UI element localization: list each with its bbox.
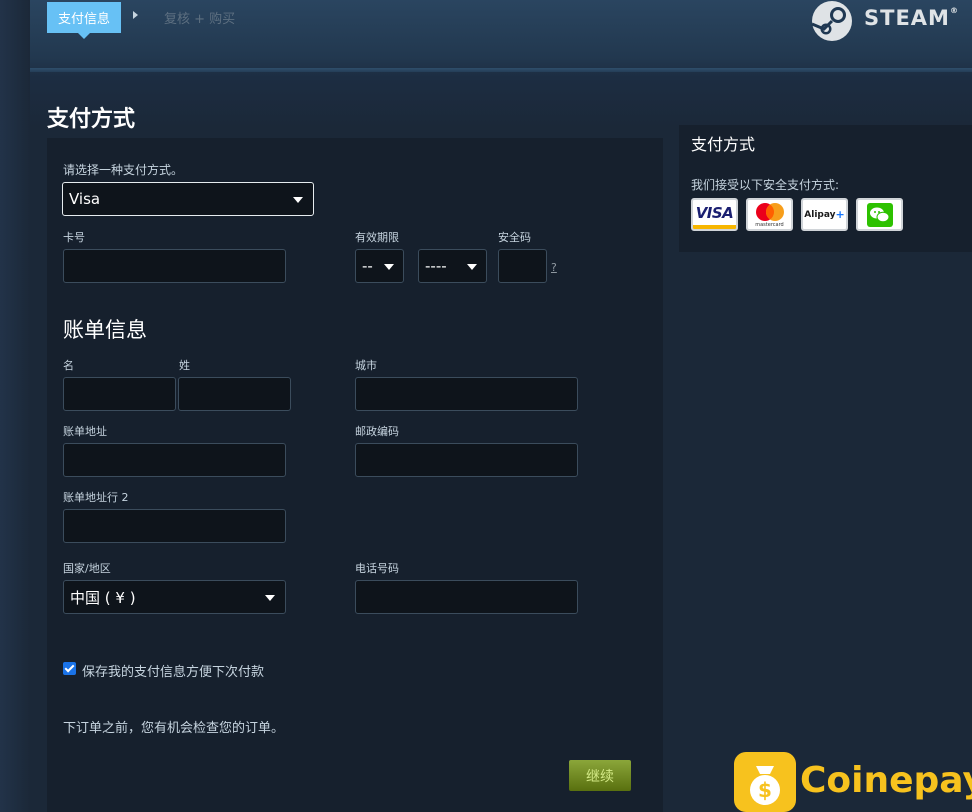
steam-wordmark: STEAM® bbox=[864, 6, 959, 30]
mastercard-logo-icon: mastercard bbox=[746, 198, 793, 231]
phone-input[interactable] bbox=[355, 580, 578, 614]
left-shade bbox=[0, 0, 30, 812]
postal-code-label: 邮政编码 bbox=[355, 425, 399, 438]
expiry-month-select[interactable]: -- bbox=[355, 249, 404, 283]
phone-label: 电话号码 bbox=[355, 562, 399, 575]
breadcrumb-step-review-purchase: 复核 + 购买 bbox=[164, 12, 236, 27]
expiry-month-value: -- bbox=[362, 257, 373, 275]
city-input[interactable] bbox=[355, 377, 578, 411]
card-number-label: 卡号 bbox=[63, 231, 85, 244]
coinepay-watermark: Coinepay bbox=[800, 760, 972, 801]
payment-method-prompt: 请选择一种支付方式。 bbox=[63, 163, 184, 177]
alipay-logo-icon: Alipay + bbox=[801, 198, 848, 231]
billing-address-label: 账单地址 bbox=[63, 425, 107, 438]
security-code-label: 安全码 bbox=[498, 231, 531, 244]
first-name-input[interactable] bbox=[63, 377, 176, 411]
country-label: 国家/地区 bbox=[63, 562, 111, 575]
breadcrumb-step-payment-info[interactable]: 支付信息 bbox=[47, 2, 121, 39]
country-value: 中国 ( ¥ ) bbox=[70, 588, 136, 607]
first-name-label: 名 bbox=[63, 359, 74, 372]
billing-address2-label: 账单地址行 2 bbox=[63, 491, 129, 504]
save-payment-checkbox[interactable] bbox=[63, 662, 76, 675]
billing-address-input[interactable] bbox=[63, 443, 286, 477]
country-select[interactable]: 中国 ( ¥ ) bbox=[63, 580, 286, 614]
chevron-down-icon bbox=[384, 264, 394, 270]
city-label: 城市 bbox=[355, 359, 377, 372]
visa-logo-icon: VISA bbox=[691, 198, 738, 231]
save-payment-label[interactable]: 保存我的支付信息方便下次付款 bbox=[82, 661, 264, 680]
expiry-label: 有效期限 bbox=[355, 231, 399, 244]
continue-button[interactable]: 继续 bbox=[569, 760, 631, 791]
expiry-year-value: ---- bbox=[425, 257, 447, 275]
card-number-input[interactable] bbox=[63, 249, 286, 283]
security-code-input[interactable] bbox=[498, 249, 547, 283]
steam-logo-icon bbox=[811, 1, 852, 41]
wechat-pay-logo-icon bbox=[856, 198, 903, 231]
svg-text:$: $ bbox=[758, 778, 772, 802]
chevron-down-icon bbox=[467, 264, 477, 270]
last-name-label: 姓 bbox=[179, 359, 190, 372]
mastercard-circles-icon bbox=[755, 202, 784, 221]
payment-method-value: Visa bbox=[69, 190, 101, 208]
breadcrumb-arrow-icon bbox=[133, 11, 138, 19]
payment-method-select[interactable]: Visa bbox=[62, 182, 314, 216]
security-code-help-link[interactable]: ? bbox=[551, 261, 557, 274]
postal-code-input[interactable] bbox=[355, 443, 578, 477]
sidebar-text: 我们接受以下安全支付方式: bbox=[691, 178, 840, 192]
chevron-down-icon bbox=[293, 197, 303, 203]
billing-address2-input[interactable] bbox=[63, 509, 286, 543]
billing-info-title: 账单信息 bbox=[63, 318, 147, 342]
review-note: 下订单之前，您有机会检查您的订单。 bbox=[63, 721, 285, 736]
coinepay-logo-icon: $ bbox=[734, 752, 796, 812]
chevron-down-icon bbox=[265, 595, 275, 601]
expiry-year-select[interactable]: ---- bbox=[418, 249, 487, 283]
last-name-input[interactable] bbox=[178, 377, 291, 411]
page-title: 支付方式 bbox=[47, 107, 136, 132]
header-divider bbox=[28, 68, 972, 72]
wechat-pay-icon bbox=[866, 202, 893, 227]
sidebar-title: 支付方式 bbox=[691, 135, 756, 154]
